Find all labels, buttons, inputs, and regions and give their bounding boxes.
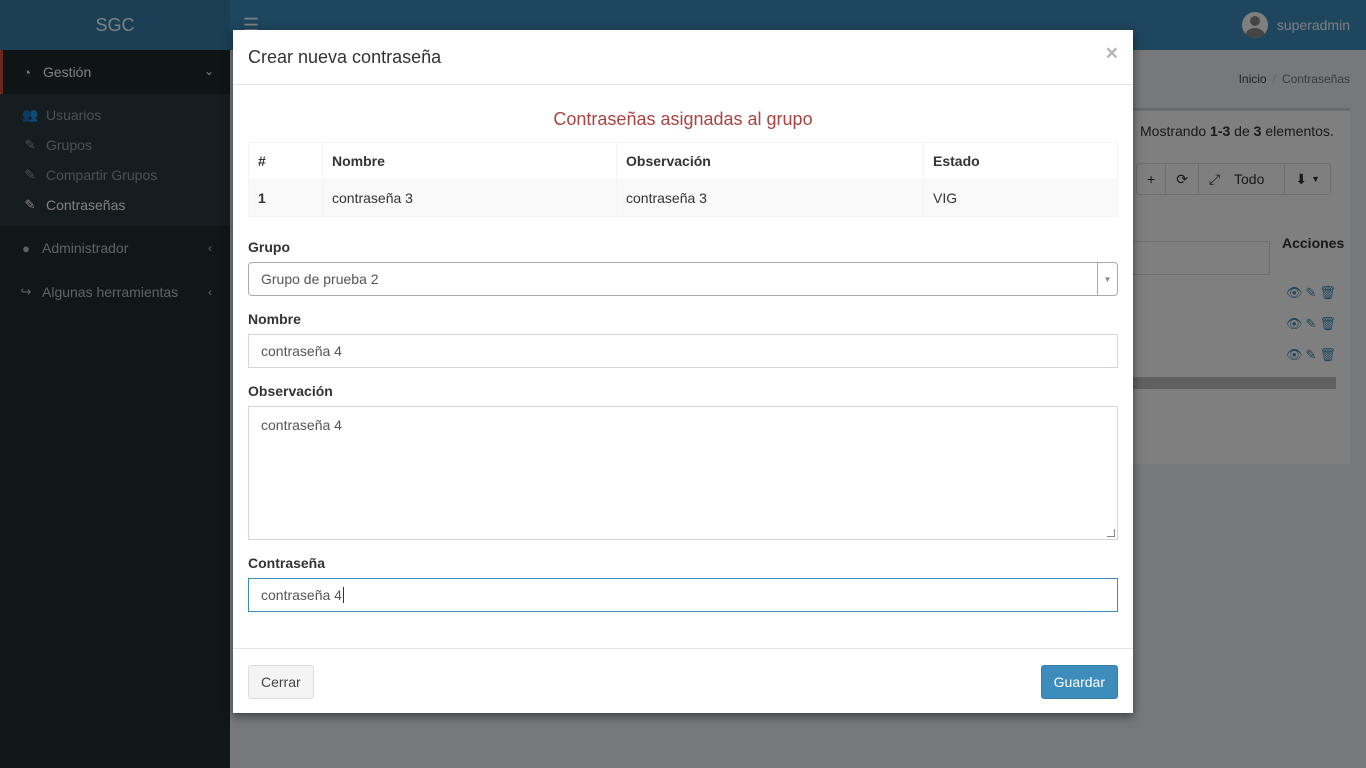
table-row[interactable]: 1 contraseña 3 contraseña 3 VIG	[248, 179, 1118, 217]
table-header-row: # Nombre Observación Estado	[248, 142, 1118, 180]
modal-body: Contraseñas asignadas al grupo # Nombre …	[233, 85, 1133, 627]
modal-footer: Cerrar Guardar	[233, 648, 1133, 713]
group-selected-value: Grupo de prueba 2	[261, 271, 379, 287]
table-cell: contraseña 3	[616, 179, 924, 217]
table-cell: contraseña 3	[322, 179, 617, 217]
text-caret	[342, 587, 344, 603]
password-input[interactable]: contraseña 4	[248, 578, 1118, 612]
password-value: contraseña 4	[261, 587, 342, 603]
save-button[interactable]: Guardar	[1040, 665, 1118, 699]
observation-field-group: Observación contraseña 4	[248, 383, 1118, 540]
column-header[interactable]: #	[248, 142, 323, 180]
group-select[interactable]: Grupo de prueba 2 ▼	[248, 262, 1118, 296]
observation-text: contraseña 4	[261, 417, 342, 433]
table-cell: VIG	[923, 179, 1118, 217]
chevron-down-icon[interactable]: ▼	[1097, 263, 1117, 295]
group-field-group: Grupo Grupo de prueba 2 ▼	[248, 239, 1118, 296]
column-header[interactable]: Nombre	[322, 142, 617, 180]
observation-label: Observación	[248, 383, 333, 399]
column-header[interactable]: Observación	[616, 142, 924, 180]
name-input[interactable]: contraseña 4	[248, 334, 1118, 368]
observation-textarea[interactable]: contraseña 4	[248, 406, 1118, 540]
modal-title: Crear nueva contraseña	[248, 47, 442, 67]
group-label: Grupo	[248, 239, 290, 255]
name-label: Nombre	[248, 311, 301, 327]
password-label: Contraseña	[248, 555, 326, 571]
name-field-group: Nombre contraseña 4	[248, 311, 1118, 368]
close-icon[interactable]: ×	[1106, 42, 1118, 66]
table-cell: 1	[248, 179, 323, 217]
password-field-group: Contraseña contraseña 4	[248, 555, 1118, 612]
modal-header: Crear nueva contraseña ×	[233, 30, 1133, 85]
close-button[interactable]: Cerrar	[248, 665, 314, 699]
create-password-modal: Crear nueva contraseña × Contraseñas asi…	[233, 30, 1133, 713]
assigned-passwords-title: Contraseñas asignadas al grupo	[553, 109, 813, 129]
column-header[interactable]: Estado	[923, 142, 1118, 180]
resize-handle[interactable]	[1107, 529, 1115, 537]
assigned-passwords-table: # Nombre Observación Estado 1 contraseña…	[248, 142, 1118, 217]
